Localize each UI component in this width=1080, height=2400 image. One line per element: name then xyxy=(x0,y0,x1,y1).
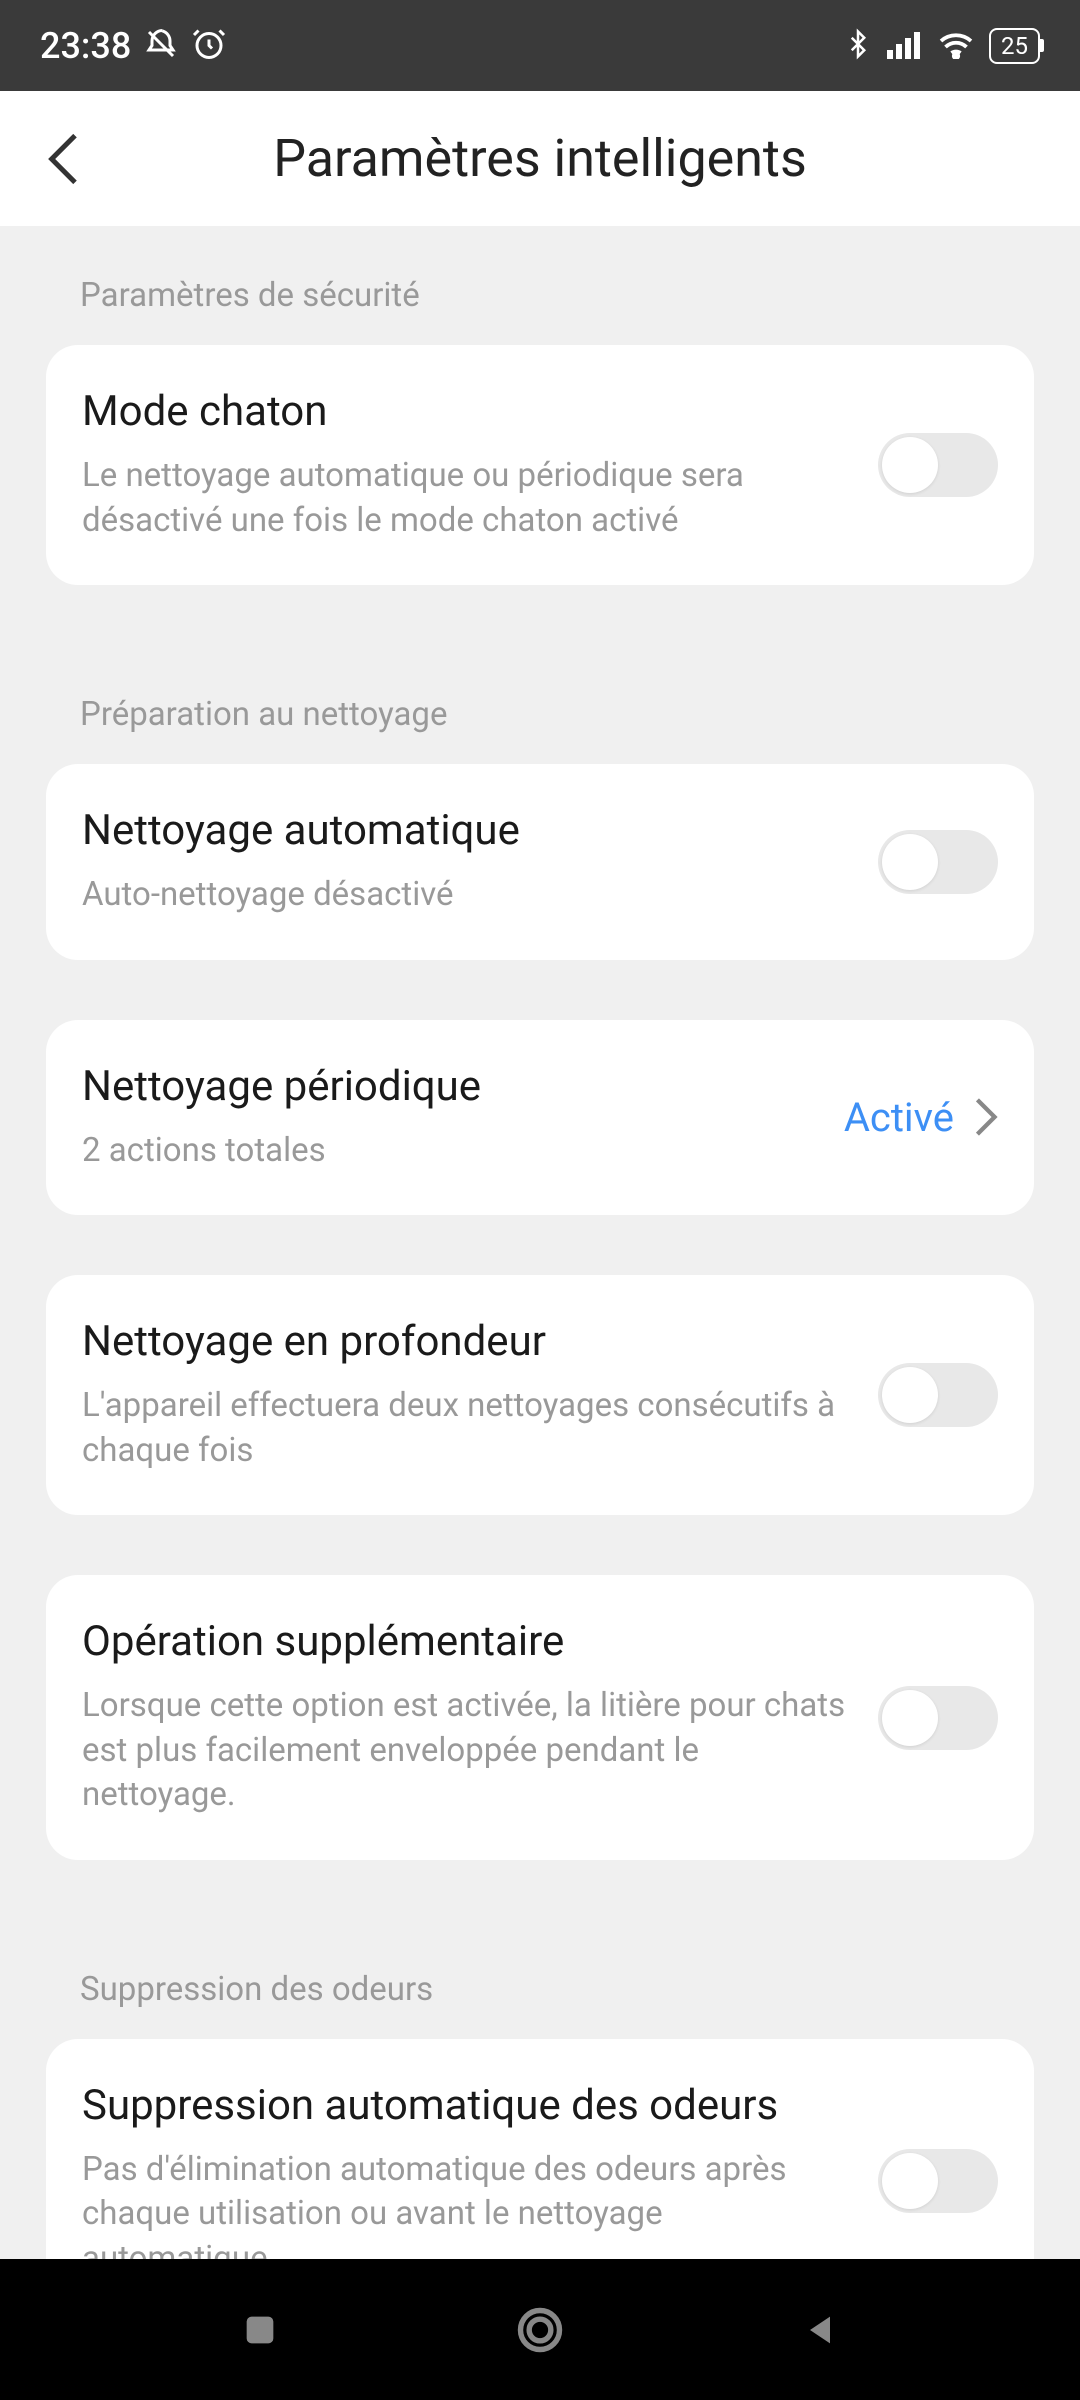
wifi-icon xyxy=(937,29,975,63)
card-auto-clean[interactable]: Nettoyage automatique Auto-nettoyage dés… xyxy=(46,764,1034,960)
square-icon xyxy=(240,2310,280,2350)
status-active: Activé xyxy=(844,1094,954,1141)
bluetooth-icon xyxy=(843,26,873,66)
toggle-knob xyxy=(882,1690,938,1746)
section-header-odor: Suppression des odeurs xyxy=(46,1920,1034,2039)
card-extra-op[interactable]: Opération supplémentaire Lorsque cette o… xyxy=(46,1575,1034,1860)
triangle-left-icon xyxy=(800,2310,840,2350)
card-text: Opération supplémentaire Lorsque cette o… xyxy=(82,1617,878,1818)
card-title: Nettoyage automatique xyxy=(82,806,848,855)
circle-icon xyxy=(514,2304,566,2356)
card-deep-clean[interactable]: Nettoyage en profondeur L'appareil effec… xyxy=(46,1275,1034,1515)
card-periodic-clean[interactable]: Nettoyage périodique 2 actions totales A… xyxy=(46,1020,1034,1216)
nav-home-button[interactable] xyxy=(510,2300,570,2360)
card-subtitle: 2 actions totales xyxy=(82,1129,814,1174)
card-right: Activé xyxy=(844,1094,998,1141)
navigation-bar xyxy=(0,2259,1080,2400)
app-header: Paramètres intelligents xyxy=(0,91,1080,226)
card-title: Opération supplémentaire xyxy=(82,1617,848,1666)
card-subtitle: L'appareil effectuera deux nettoyages co… xyxy=(82,1384,848,1473)
chevron-left-icon xyxy=(45,129,85,189)
signal-icon xyxy=(887,29,923,63)
toggle-deep-clean[interactable] xyxy=(878,1363,998,1427)
nav-back-button[interactable] xyxy=(790,2300,850,2360)
section-header-cleaning: Préparation au nettoyage xyxy=(46,645,1034,764)
toggle-knob xyxy=(882,834,938,890)
toggle-knob xyxy=(882,437,938,493)
chevron-right-icon xyxy=(974,1097,998,1137)
back-button[interactable] xyxy=(30,124,100,194)
card-title: Suppression automatique des odeurs xyxy=(82,2081,848,2130)
card-text: Nettoyage automatique Auto-nettoyage dés… xyxy=(82,806,878,918)
card-subtitle: Lorsque cette option est activée, la lit… xyxy=(82,1684,848,1818)
toggle-extra-op[interactable] xyxy=(878,1686,998,1750)
card-title: Nettoyage en profondeur xyxy=(82,1317,848,1366)
card-text: Suppression automatique des odeurs Pas d… xyxy=(82,2081,878,2282)
nav-recent-button[interactable] xyxy=(230,2300,290,2360)
page-title: Paramètres intelligents xyxy=(273,128,807,189)
toggle-knob xyxy=(882,2153,938,2209)
toggle-auto-odor[interactable] xyxy=(878,2149,998,2213)
toggle-auto-clean[interactable] xyxy=(878,830,998,894)
mute-icon xyxy=(143,26,179,66)
status-time: 23:38 xyxy=(40,25,131,67)
card-text: Nettoyage périodique 2 actions totales xyxy=(82,1062,844,1174)
status-left: 23:38 xyxy=(40,25,227,67)
card-kitten-mode[interactable]: Mode chaton Le nettoyage automatique ou … xyxy=(46,345,1034,585)
alarm-icon xyxy=(191,26,227,66)
card-subtitle: Auto-nettoyage désactivé xyxy=(82,873,848,918)
card-title: Mode chaton xyxy=(82,387,848,436)
content-area: Paramètres de sécurité Mode chaton Le ne… xyxy=(0,226,1080,2302)
section-header-security: Paramètres de sécurité xyxy=(46,226,1034,345)
status-bar: 23:38 25 xyxy=(0,0,1080,91)
card-text: Nettoyage en profondeur L'appareil effec… xyxy=(82,1317,878,1473)
card-title: Nettoyage périodique xyxy=(82,1062,814,1111)
battery-indicator: 25 xyxy=(989,28,1040,64)
card-text: Mode chaton Le nettoyage automatique ou … xyxy=(82,387,878,543)
card-subtitle: Le nettoyage automatique ou périodique s… xyxy=(82,454,848,543)
toggle-knob xyxy=(882,1367,938,1423)
toggle-kitten-mode[interactable] xyxy=(878,433,998,497)
status-right: 25 xyxy=(843,26,1040,66)
